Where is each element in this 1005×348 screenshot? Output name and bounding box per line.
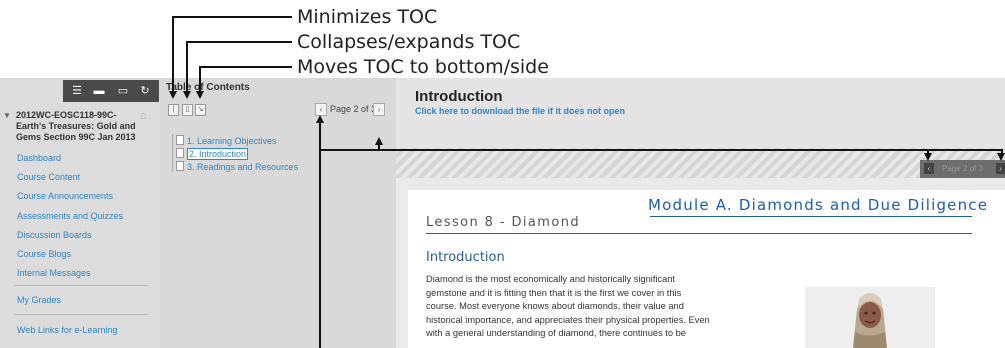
callout-line [172,16,174,92]
folder-view-icon[interactable]: ▬ [91,83,107,99]
arrow-down-icon [997,153,1005,161]
intro-heading: Introduction [426,250,505,265]
lesson-title-rule [426,233,972,234]
expand-arrow-icon[interactable]: ▼ [3,111,11,120]
menu-item-web-links[interactable]: Web Links for e-Learning [17,325,117,335]
document-icon [176,135,184,145]
arrow-up-icon [375,137,383,145]
callout-minimize-toc: Minimizes TOC [297,6,438,28]
arrow-down-icon [924,153,932,161]
callout-line [319,122,321,348]
diamond-photo-image [805,287,935,348]
arrow-down-icon [169,91,177,99]
callout-line [186,41,188,92]
list-view-icon[interactable]: ☰ [69,83,85,99]
lesson-title: Lesson 8 - Diamond [426,215,581,230]
callout-line [186,41,292,43]
viewer-prev-button[interactable]: ‹ [924,163,934,174]
menu-divider [14,285,148,286]
document-icon [176,161,184,171]
toc-item-label: 3. Readings and Resources [187,162,299,172]
menu-item-discussion-boards[interactable]: Discussion Boards [17,230,92,240]
content-title: Introduction [415,88,503,105]
toc-item-learning-objectives[interactable]: 1. Learning Objectives [176,135,277,146]
toc-page-label: Page 2 of 3 [330,104,377,114]
menu-item-my-grades[interactable]: My Grades [17,295,61,305]
callout-line [199,66,292,68]
download-link[interactable]: Click here to download the file if it do… [415,106,625,116]
arrow-down-icon [196,91,204,99]
callout-move-toc: Moves TOC to bottom/side [297,56,549,78]
window-icon[interactable]: ▭ [115,83,131,99]
home-icon[interactable]: ⌂ [140,110,147,122]
callout-collapse-toc: Collapses/expands TOC [297,31,521,53]
callout-line [199,66,201,92]
viewer-next-button[interactable]: › [996,163,1005,174]
toc-item-introduction[interactable]: 2. Introduction [176,148,249,160]
document-icon [176,148,184,158]
callout-line [321,149,1003,151]
course-menu-toolbar: ☰ ▬ ▭ ↻ [63,80,159,102]
module-title-rule [650,216,972,217]
toc-tree-line [172,134,173,172]
minimize-toc-button[interactable]: | [168,104,179,116]
module-title: Module A. Diamonds and Due Diligence [648,196,989,214]
toc-item-label: 2. Introduction [187,148,249,160]
course-title[interactable]: 2012WC-EOSC118-99C-Earth's Treasures: Go… [16,110,141,143]
toc-next-page-button[interactable]: › [373,103,385,116]
toc-panel [160,78,396,348]
callout-line [172,16,292,18]
intro-paragraph: Diamond is the most economically and his… [426,273,781,341]
paragraph-line: course. Most everyone knows about diamon… [426,301,684,311]
arrow-up-icon [316,115,324,123]
paragraph-line: historical importance, and appreciates t… [426,314,710,325]
refresh-icon[interactable]: ↻ [137,83,153,99]
menu-item-dashboard[interactable]: Dashboard [17,153,61,163]
diamond-photo [805,287,935,348]
menu-item-announcements[interactable]: Course Announcements [17,191,113,201]
paragraph-line: with a general understanding of diamond,… [426,328,686,338]
move-toc-button[interactable]: ↘ [195,104,206,116]
menu-divider [14,314,148,315]
menu-item-assessments[interactable]: Assessments and Quizzes [17,211,123,221]
menu-item-internal-messages[interactable]: Internal Messages [17,268,91,278]
menu-item-course-content[interactable]: Course Content [17,172,80,182]
arrow-down-icon [183,91,191,99]
viewer-page-label: Page 2 of 3 [942,164,983,173]
viewer-toolbar [396,148,1005,178]
toc-item-label: 1. Learning Objectives [187,136,277,146]
collapse-toc-button[interactable]: ▯ [182,104,193,116]
paragraph-line: Diamond is the most economically and his… [426,274,676,284]
menu-item-course-blogs[interactable]: Course Blogs [17,249,71,259]
toc-title: Table of Contents [166,82,250,93]
toc-item-readings[interactable]: 3. Readings and Resources [176,161,298,172]
paragraph-line: gemstone and it is fitting then that it … [426,287,682,298]
